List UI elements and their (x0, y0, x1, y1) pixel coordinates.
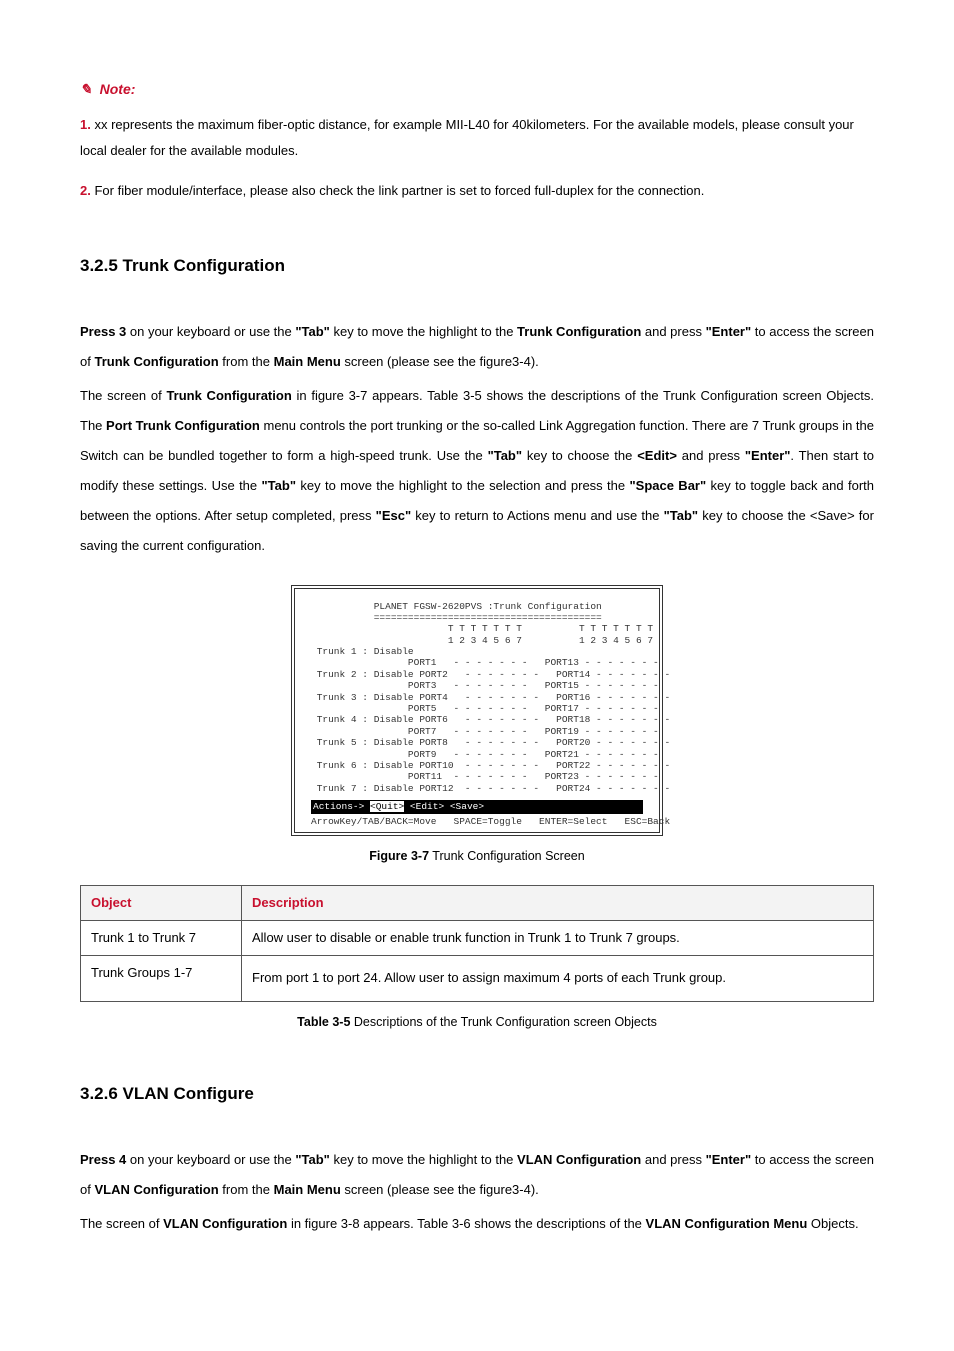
para-326-1: Press 4 on your keyboard or use the "Tab… (80, 1145, 874, 1205)
action-edit: <Edit> (404, 801, 444, 812)
txt: Objects. (807, 1216, 858, 1231)
note-header: ✎ Note: (80, 80, 874, 100)
note-item-2: 2. For fiber module/interface, please al… (80, 178, 874, 204)
txt: "Tab" (488, 448, 522, 463)
txt: key to return to Actions menu and use th… (411, 508, 663, 523)
txt: in figure 3-8 appears. Table 3-6 shows t… (287, 1216, 645, 1231)
txt: key to move the highlight to the selecti… (296, 478, 629, 493)
txt: Descriptions of the Trunk Configuration … (350, 1015, 656, 1029)
txt: Actions-> (313, 801, 370, 812)
col-description: Description (242, 886, 874, 921)
txt: "Esc" (376, 508, 411, 523)
figure-3-7-caption: Figure 3-7 Trunk Configuration Screen (80, 848, 874, 866)
cell-desc: From port 1 to port 24. Allow user to as… (242, 956, 874, 1002)
txt: "Space Bar" (629, 478, 706, 493)
note-item-1: 1. xx represents the maximum fiber-optic… (80, 112, 874, 164)
txt: VLAN Configuration (94, 1182, 218, 1197)
txt: Main Menu (274, 1182, 341, 1197)
txt: Figure 3-7 (369, 849, 429, 863)
txt: Trunk Configuration Screen (429, 849, 585, 863)
note-text: xx represents the maximum fiber-optic di… (80, 117, 854, 158)
note-num: 1. (80, 117, 91, 132)
txt: from the (219, 354, 274, 369)
txt: Trunk Configuration (94, 354, 218, 369)
para-326-2: The screen of VLAN Configuration in figu… (80, 1209, 874, 1239)
txt: Port Trunk Configuration (106, 418, 260, 433)
txt: Press 3 (80, 324, 126, 339)
txt: Trunk Configuration (166, 388, 291, 403)
action-save: <Save> (444, 801, 484, 812)
txt: "Tab" (295, 1152, 329, 1167)
para-325-1: Press 3 on your keyboard or use the "Tab… (80, 317, 874, 377)
note-text: For fiber module/interface, please also … (94, 183, 704, 198)
terminal-cols: T T T T T T T T T T T T T T 1 2 3 4 5 6 … (311, 623, 643, 646)
txt: "Enter" (706, 1152, 752, 1167)
txt: "Enter" (745, 448, 791, 463)
txt: The screen of (80, 388, 166, 403)
txt: The screen of (80, 1216, 163, 1231)
note-num: 2. (80, 183, 91, 198)
txt: on your keyboard or use the (126, 1152, 295, 1167)
txt: screen (please see the figure3-4). (341, 354, 539, 369)
txt: key to choose the (522, 448, 637, 463)
note-label: Note: (100, 81, 136, 97)
terminal-body: Trunk 1 : Disable PORT1 - - - - - - - PO… (311, 646, 643, 794)
txt: "Enter" (706, 324, 752, 339)
pencil-icon: ✎ (80, 81, 92, 97)
table-row: Trunk 1 to Trunk 7 Allow user to disable… (81, 921, 874, 956)
txt: Press 4 (80, 1152, 126, 1167)
action-quit: <Quit> (370, 801, 404, 812)
txt: "Tab" (664, 508, 698, 523)
table-row: Trunk Groups 1-7 From port 1 to port 24.… (81, 956, 874, 1002)
txt: key to move the highlight to the (330, 324, 517, 339)
terminal-footer: ArrowKey/TAB/BACK=Move SPACE=Toggle ENTE… (311, 816, 643, 827)
col-object: Object (81, 886, 242, 921)
txt: and press (641, 324, 705, 339)
txt: VLAN Configuration Menu (646, 1216, 808, 1231)
txt: "Tab" (262, 478, 296, 493)
cell-object: Trunk Groups 1-7 (81, 956, 242, 1002)
txt: screen (please see the figure3-4). (341, 1182, 539, 1197)
txt: Table 3-5 (297, 1015, 350, 1029)
heading-326: 3.2.6 VLAN Configure (80, 1082, 874, 1106)
heading-325: 3.2.5 Trunk Configuration (80, 254, 874, 278)
table-3-5-caption: Table 3-5 Descriptions of the Trunk Conf… (80, 1014, 874, 1032)
terminal-screenshot: PLANET FGSW-2620PVS :Trunk Configuration… (291, 585, 663, 836)
txt: VLAN Configuration (517, 1152, 641, 1167)
cell-desc: Allow user to disable or enable trunk fu… (242, 921, 874, 956)
terminal-header: PLANET FGSW-2620PVS :Trunk Configuration… (311, 601, 643, 624)
txt: and press (677, 448, 745, 463)
txt: from the (219, 1182, 274, 1197)
txt: and press (641, 1152, 705, 1167)
cell-object: Trunk 1 to Trunk 7 (81, 921, 242, 956)
para-325-2: The screen of Trunk Configuration in fig… (80, 381, 874, 560)
txt: on your keyboard or use the (126, 324, 295, 339)
txt: VLAN Configuration (163, 1216, 287, 1231)
txt: Trunk Configuration (517, 324, 641, 339)
txt: "Tab" (295, 324, 329, 339)
txt: Main Menu (274, 354, 341, 369)
txt: key to move the highlight to the (330, 1152, 517, 1167)
terminal-action-bar: Actions-> <Quit> <Edit> <Save> (311, 800, 643, 814)
table-3-5: Object Description Trunk 1 to Trunk 7 Al… (80, 885, 874, 1002)
txt: <Edit> (637, 448, 677, 463)
table-head-row: Object Description (81, 886, 874, 921)
